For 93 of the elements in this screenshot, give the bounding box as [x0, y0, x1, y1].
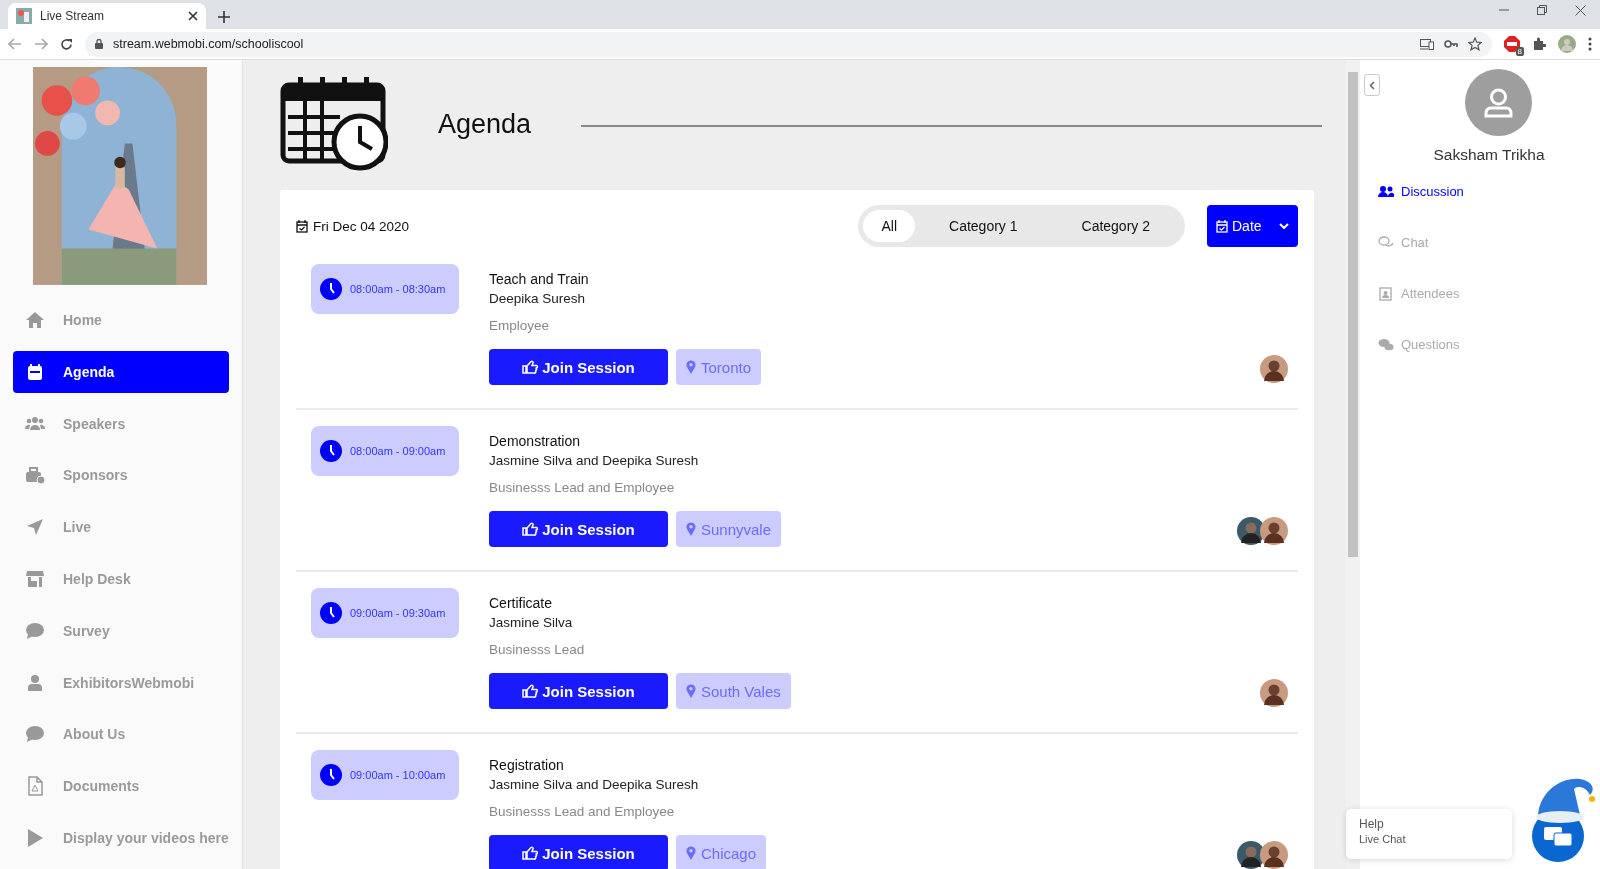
map-pin-icon — [686, 522, 696, 536]
session-title: Certificate — [489, 594, 554, 613]
help-subtitle: Live Chat — [1359, 833, 1407, 845]
new-tab-icon[interactable] — [218, 11, 230, 23]
favicon-icon — [16, 8, 32, 24]
sidebar-item[interactable]: Help Desk — [13, 557, 229, 600]
clock-icon — [320, 440, 342, 462]
calendar-clock-icon — [280, 76, 388, 172]
session-title: Teach and Train — [489, 270, 590, 289]
speech-bubble-icon — [25, 620, 45, 641]
map-pin-icon — [686, 360, 696, 374]
people-icon — [1378, 184, 1394, 199]
key-icon[interactable] — [1444, 40, 1458, 48]
reload-icon[interactable] — [60, 37, 73, 51]
sidebar-item[interactable]: Display your videos here — [13, 817, 229, 860]
filter-tab[interactable]: Category 2 — [1051, 210, 1180, 242]
session-title: Registration — [489, 756, 565, 775]
date-dropdown[interactable]: Date — [1207, 205, 1298, 247]
document-icon — [25, 776, 45, 797]
time-slot: 08:00am - 08:30am — [311, 264, 459, 314]
clock-icon — [320, 602, 342, 624]
extension-badge: 8 — [1515, 47, 1524, 56]
location-tag: Chicago — [676, 835, 767, 869]
speaker-role: Businesss Lead and Employee — [489, 479, 676, 497]
close-icon[interactable] — [1575, 5, 1586, 16]
speech-bubble-icon — [25, 724, 45, 745]
panel-tab[interactable]: Discussion — [1378, 166, 1600, 217]
speaker-names: Jasmine Silva and Deepika Suresh — [489, 776, 700, 794]
panel-tab[interactable]: Questions — [1378, 319, 1600, 370]
user-icon — [25, 672, 45, 693]
location-tag: Toronto — [676, 349, 762, 385]
speaker-names: Jasmine Silva — [489, 614, 574, 632]
clock-icon — [320, 278, 342, 300]
join-session-button[interactable]: Join Session — [489, 511, 668, 547]
sidebar-item[interactable]: Documents — [13, 765, 229, 808]
puzzle-icon[interactable] — [1532, 37, 1546, 51]
map-pin-icon — [686, 846, 696, 860]
sidebar-item[interactable]: Speakers — [13, 402, 229, 445]
calendar-check-icon — [1216, 219, 1228, 233]
chevron-left-icon — [1369, 80, 1375, 90]
speaker-role: Businesss Lead — [489, 641, 586, 659]
time-slot: 09:00am - 10:00am — [311, 750, 459, 800]
location-tag: South Vales — [676, 673, 791, 709]
speaker-names: Deepika Suresh — [489, 290, 587, 308]
join-session-button[interactable]: Join Session — [489, 835, 668, 869]
sidebar-item[interactable]: Live — [13, 506, 229, 549]
filter-tab[interactable]: All — [863, 210, 916, 242]
panel-tab[interactable]: Attendees — [1378, 268, 1600, 319]
briefcase-icon — [25, 465, 45, 486]
sidebar-item[interactable]: Agenda — [13, 350, 229, 393]
chat-bubbles-icon — [1378, 337, 1394, 352]
store-icon — [25, 569, 45, 589]
cast-icon[interactable] — [1420, 38, 1434, 50]
map-pin-icon — [686, 684, 696, 698]
home-icon — [25, 309, 45, 330]
sidebar-item[interactable]: Sponsors — [13, 454, 229, 497]
lock-icon — [95, 39, 103, 49]
calendar-icon — [25, 361, 45, 382]
sidebar-item[interactable]: About Us — [13, 713, 229, 756]
scrollbar[interactable] — [1346, 60, 1360, 869]
help-title: Help — [1359, 817, 1385, 831]
panel-tab[interactable]: Chat — [1378, 217, 1600, 268]
time-slot: 08:00am - 09:00am — [311, 426, 459, 476]
join-session-button[interactable]: Join Session — [489, 673, 668, 709]
join-session-button[interactable]: Join Session — [489, 349, 668, 385]
more-icon[interactable] — [1588, 37, 1592, 51]
speaker-role: Employee — [489, 317, 551, 335]
sidebar-item[interactable]: Survey — [13, 609, 229, 652]
page-title: Agenda — [438, 108, 532, 140]
session-title: Demonstration — [489, 432, 582, 451]
location-tag: Sunnyvale — [676, 511, 782, 547]
calendar-check-icon — [296, 219, 308, 233]
clock-icon — [320, 764, 342, 786]
collapse-button[interactable] — [1364, 74, 1380, 96]
speaker-role: Businesss Lead and Employee — [489, 803, 676, 821]
stop-sign-icon[interactable] — [1504, 36, 1520, 52]
date-label: Fri Dec 04 2020 — [313, 218, 410, 234]
star-icon[interactable] — [1468, 37, 1482, 51]
avatar-icon — [1465, 69, 1532, 136]
chat-bubbles-icon — [1378, 235, 1394, 250]
user-name: Saksham Trikha — [1432, 146, 1546, 164]
time-slot: 09:00am - 09:30am — [311, 588, 459, 638]
filter-tab[interactable]: Category 1 — [919, 210, 1048, 242]
play-icon — [25, 828, 45, 849]
address-bar[interactable]: stream.webmobi.com/schooliscool — [85, 31, 1492, 57]
sidebar-item[interactable]: Home — [13, 298, 229, 341]
speaker-names: Jasmine Silva and Deepika Suresh — [489, 452, 700, 470]
sidebar-item[interactable]: ExhibitorsWebmobi — [13, 661, 229, 704]
caret-icon — [1279, 223, 1289, 229]
close-icon[interactable] — [188, 11, 198, 21]
browser-tab[interactable]: Live Stream — [8, 3, 206, 29]
contact-card-icon — [1378, 286, 1394, 301]
restore-icon[interactable] — [1537, 5, 1547, 15]
